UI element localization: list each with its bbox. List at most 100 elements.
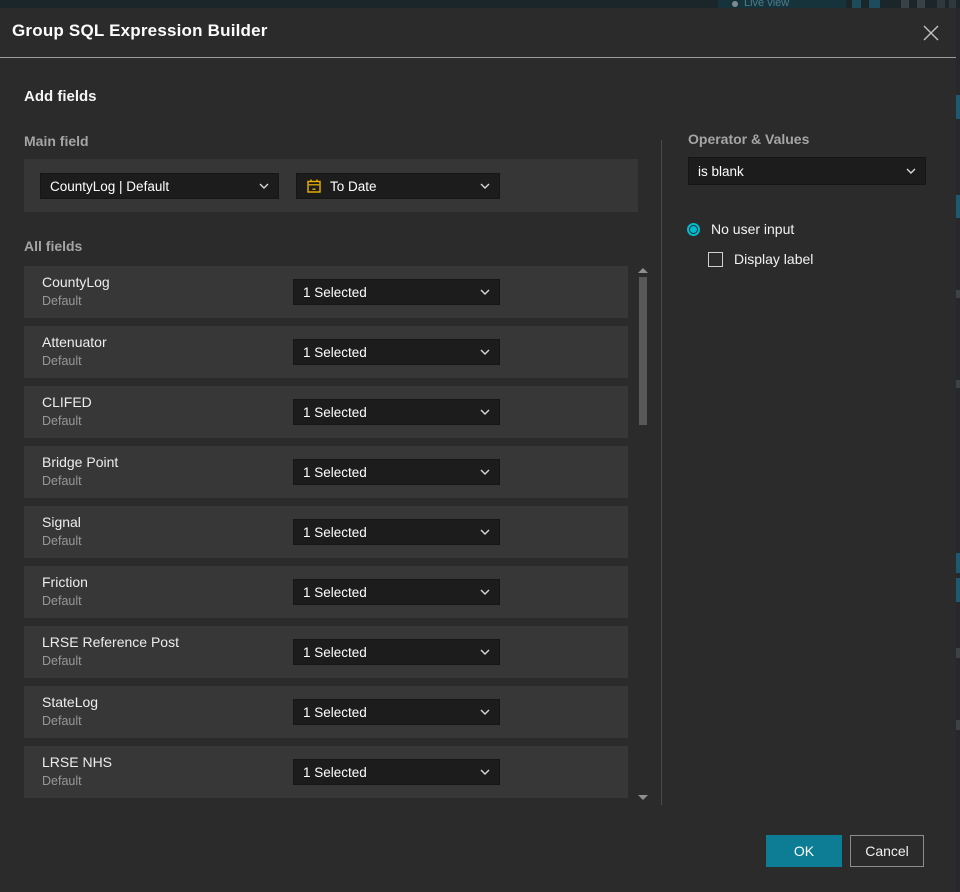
main-field-label: Main field [24,133,89,149]
field-subtitle: Default [42,354,82,368]
background-edge-block [956,195,960,218]
chevron-down-icon [480,469,490,475]
chevron-down-icon [480,709,490,715]
field-row: Bridge Point Default 1 Selected [24,446,628,498]
field-selected-dropdown[interactable]: 1 Selected [293,579,500,605]
field-name: CLIFED [42,394,92,410]
live-view-dot-icon [732,1,738,7]
field-name: Signal [42,514,81,530]
operator-select[interactable]: is blank [688,157,926,185]
add-fields-heading: Add fields [24,88,97,105]
no-user-input-label: No user input [711,221,795,237]
display-label-checkbox[interactable]: Display label [708,251,813,267]
toolbar-fragment [949,0,956,8]
toolbar-fragment [869,0,880,8]
toolbar-fragment [901,0,909,8]
chevron-down-icon [480,769,490,775]
selected-count-label: 1 Selected [303,584,367,600]
toolbar-fragment [852,0,861,8]
field-row: CountyLog Default 1 Selected [24,266,628,318]
display-label-label: Display label [734,251,814,267]
no-user-input-radio[interactable]: No user input [687,221,794,237]
scrollbar-thumb[interactable] [639,277,647,425]
background-edge-block [956,720,960,730]
selected-count-label: 1 Selected [303,704,367,720]
field-row: StateLog Default 1 Selected [24,686,628,738]
field-subtitle: Default [42,534,82,548]
field-name: LRSE NHS [42,754,113,770]
column-divider [661,140,662,805]
field-selected-dropdown[interactable]: 1 Selected [293,699,500,725]
chevron-down-icon [480,589,490,595]
radio-selected-icon [687,222,700,236]
background-edge-block [956,95,960,119]
chevron-down-icon [480,289,490,295]
operator-select-value: is blank [698,163,744,179]
chevron-down-icon [480,529,490,535]
main-field-panel: CountyLog | Default To Date [24,159,638,212]
field-selected-dropdown[interactable]: 1 Selected [293,279,500,305]
operator-values-label: Operator & Values [688,131,810,147]
field-selected-dropdown[interactable]: 1 Selected [293,339,500,365]
ok-button[interactable]: OK [766,835,842,867]
calendar-icon [306,178,322,194]
selected-count-label: 1 Selected [303,344,367,360]
chevron-down-icon [259,183,269,189]
selected-count-label: 1 Selected [303,464,367,480]
field-subtitle: Default [42,654,82,668]
scroll-up-arrow-icon[interactable] [638,268,648,273]
field-subtitle: Default [42,594,82,608]
close-icon [923,25,939,41]
checkbox-unchecked-icon [708,251,723,267]
selected-count-label: 1 Selected [303,764,367,780]
field-name: Attenuator [42,334,107,350]
group-sql-expression-builder-dialog: Group SQL Expression Builder Add fields … [0,8,956,892]
field-selected-dropdown[interactable]: 1 Selected [293,399,500,425]
toolbar-fragment [917,0,925,8]
selected-count-label: 1 Selected [303,644,367,660]
main-field-type-select[interactable]: To Date [296,173,500,199]
close-button[interactable] [918,20,944,46]
scroll-down-arrow-icon[interactable] [638,795,648,800]
dialog-header: Group SQL Expression Builder [0,8,956,58]
selected-count-label: 1 Selected [303,284,367,300]
field-subtitle: Default [42,294,82,308]
selected-count-label: 1 Selected [303,404,367,420]
field-name: Bridge Point [42,454,119,470]
background-edge-block [956,578,960,602]
main-field-select[interactable]: CountyLog | Default [40,173,279,199]
field-row: Friction Default 1 Selected [24,566,628,618]
field-selected-dropdown[interactable]: 1 Selected [293,759,500,785]
field-subtitle: Default [42,474,82,488]
field-row: CLIFED Default 1 Selected [24,386,628,438]
field-selected-dropdown[interactable]: 1 Selected [293,519,500,545]
field-row: Attenuator Default 1 Selected [24,326,628,378]
chevron-down-icon [906,168,916,174]
toolbar-fragment [937,0,945,8]
chevron-down-icon [480,183,490,189]
live-view-label: Live view [744,0,790,8]
field-selected-dropdown[interactable]: 1 Selected [293,639,500,665]
chevron-down-icon [480,349,490,355]
background-edge-block [956,290,960,298]
background-app-toolbar: Live view [0,0,960,8]
main-field-select-value: CountyLog | Default [50,178,170,194]
background-edge-block [956,648,960,658]
background-edge-block [956,380,960,388]
background-app-edge [956,8,960,892]
live-view-button: Live view [718,0,846,8]
main-field-type-value: To Date [330,178,377,194]
selected-count-label: 1 Selected [303,524,367,540]
field-subtitle: Default [42,714,82,728]
field-selected-dropdown[interactable]: 1 Selected [293,459,500,485]
chevron-down-icon [480,649,490,655]
background-edge-block [956,553,960,573]
field-row: LRSE NHS Default 1 Selected [24,746,628,798]
cancel-button[interactable]: Cancel [850,835,924,867]
field-name: LRSE Reference Post [42,634,179,650]
dialog-title: Group SQL Expression Builder [12,21,268,40]
chevron-down-icon [480,409,490,415]
field-name: Friction [42,574,88,590]
all-fields-label: All fields [24,238,83,254]
field-name: CountyLog [42,274,110,290]
